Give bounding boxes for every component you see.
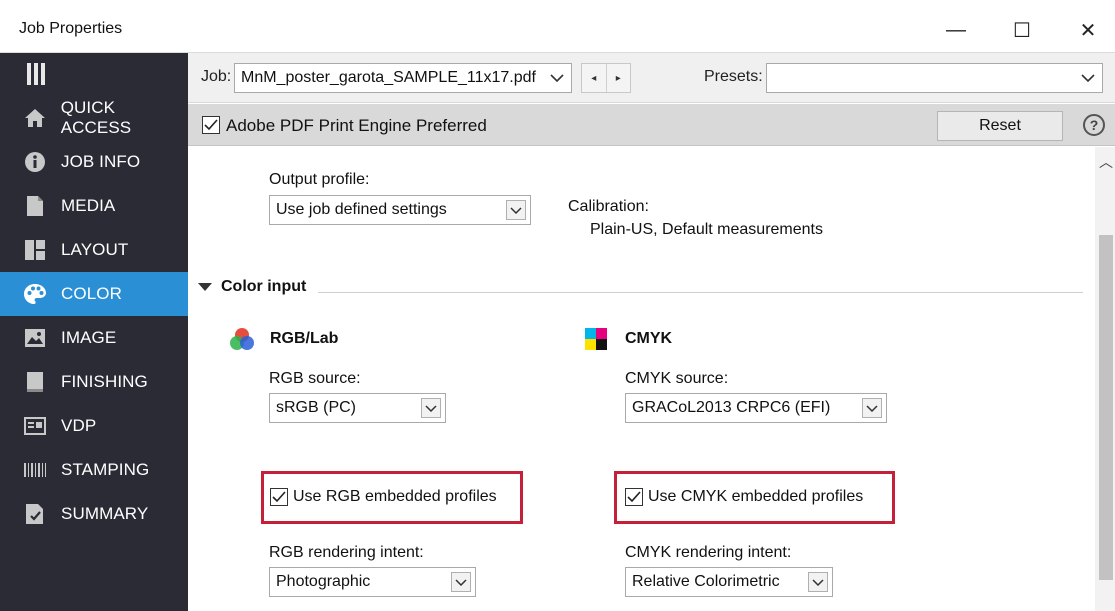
rgb-intent-label: RGB rendering intent:	[269, 544, 424, 561]
rgb-group-title: RGB/Lab	[270, 330, 339, 347]
rgb-intent-value: Photographic	[276, 573, 371, 590]
home-icon	[21, 104, 49, 132]
sidebar-item-quick-access[interactable]: QUICK ACCESS	[0, 96, 188, 140]
sidebar-item-label: STAMPING	[61, 460, 150, 479]
sidebar: QUICK ACCESS JOB INFO MEDIA LAYOUT COLOR…	[0, 53, 188, 611]
sidebar-item-label: COLOR	[61, 284, 122, 303]
sidebar-item-vdp[interactable]: VDP	[0, 404, 188, 448]
rgb-circles-icon	[228, 327, 256, 355]
color-settings-panel: Output profile: Use job defined settings…	[188, 147, 1095, 611]
scrollbar-thumb[interactable]	[1099, 235, 1113, 580]
cmyk-intent-label: CMYK rendering intent:	[625, 544, 792, 561]
job-bar: Job: MnM_poster_garota_SAMPLE_11x17.pdf …	[188, 53, 1115, 103]
cmyk-group-title: CMYK	[625, 330, 673, 347]
cmyk-embedded-checkbox[interactable]	[625, 488, 643, 506]
cmyk-intent-select[interactable]: Relative Colorimetric	[625, 567, 833, 597]
cmyk-embedded-label: Use CMYK embedded profiles	[648, 488, 864, 505]
rgb-source-select[interactable]: sRGB (PC)	[269, 393, 446, 423]
sidebar-item-label: MEDIA	[61, 196, 116, 215]
color-input-title: Color input	[221, 278, 307, 295]
vdp-icon	[21, 412, 49, 440]
sidebar-item-label: SUMMARY	[61, 504, 149, 523]
chevron-down-icon	[421, 398, 441, 418]
sidebar-item-label: VDP	[61, 416, 97, 435]
rgb-intent-select[interactable]: Photographic	[269, 567, 476, 597]
help-icon[interactable]: ?	[1083, 114, 1105, 136]
sidebar-item-image[interactable]: IMAGE	[0, 316, 188, 360]
sidebar-item-finishing[interactable]: FINISHING	[0, 360, 188, 404]
calibration-value: Plain-US, Default measurements	[590, 221, 823, 238]
next-job-button[interactable]: ▸	[607, 64, 631, 92]
calibration-label: Calibration:	[568, 198, 649, 215]
sidebar-item-label: LAYOUT	[61, 240, 129, 259]
sidebar-item-label: IMAGE	[61, 328, 117, 347]
sidebar-item-summary[interactable]: SUMMARY	[0, 492, 188, 536]
chevron-down-icon	[547, 68, 567, 88]
hamburger-icon[interactable]	[27, 63, 45, 85]
minimize-button[interactable]: —	[933, 10, 979, 50]
section-divider	[318, 292, 1083, 293]
previous-job-button[interactable]: ◂	[582, 64, 607, 92]
presets-select[interactable]	[766, 63, 1103, 93]
title-bar: Job Properties — ☐ ✕	[0, 0, 1115, 53]
reset-button[interactable]: Reset	[937, 111, 1063, 141]
rgb-embedded-label: Use RGB embedded profiles	[293, 488, 497, 505]
job-label: Job:	[201, 68, 232, 85]
sidebar-item-stamping[interactable]: STAMPING	[0, 448, 188, 492]
chevron-down-icon	[506, 200, 526, 220]
cmyk-intent-value: Relative Colorimetric	[632, 573, 780, 590]
sidebar-item-job-info[interactable]: JOB INFO	[0, 140, 188, 184]
cmyk-source-label: CMYK source:	[625, 370, 729, 387]
apee-label: Adobe PDF Print Engine Preferred	[226, 116, 487, 135]
window-title: Job Properties	[19, 20, 123, 37]
close-button[interactable]: ✕	[1065, 10, 1111, 50]
presets-label: Presets:	[704, 68, 763, 85]
sidebar-item-color[interactable]: COLOR	[0, 272, 188, 316]
output-profile-select[interactable]: Use job defined settings	[269, 195, 531, 225]
job-nav-buttons: ◂ ▸	[581, 63, 631, 93]
sidebar-item-media[interactable]: MEDIA	[0, 184, 188, 228]
rgb-source-value: sRGB (PC)	[276, 399, 356, 416]
palette-icon	[21, 280, 49, 308]
sidebar-item-label: JOB INFO	[61, 152, 141, 171]
cmyk-source-value: GRACoL2013 CRPC6 (EFI)	[632, 399, 831, 416]
cmyk-source-select[interactable]: GRACoL2013 CRPC6 (EFI)	[625, 393, 887, 423]
apee-checkbox[interactable]	[202, 116, 220, 134]
chevron-down-icon	[1078, 68, 1098, 88]
vertical-scrollbar[interactable]: ︿	[1095, 147, 1115, 611]
output-profile-value: Use job defined settings	[276, 201, 447, 218]
scroll-up-icon[interactable]: ︿	[1099, 152, 1113, 172]
layout-icon	[21, 236, 49, 264]
sidebar-item-label: FINISHING	[61, 372, 148, 391]
sidebar-item-layout[interactable]: LAYOUT	[0, 228, 188, 272]
image-icon	[21, 324, 49, 352]
job-select-value: MnM_poster_garota_SAMPLE_11x17.pdf	[241, 69, 536, 86]
info-icon	[21, 148, 49, 176]
options-bar: Adobe PDF Print Engine Preferred Reset ?	[188, 104, 1115, 146]
collapse-caret-icon[interactable]	[198, 283, 212, 291]
book-icon	[21, 368, 49, 396]
sidebar-item-label: QUICK ACCESS	[60, 98, 132, 137]
barcode-icon	[21, 456, 49, 484]
summary-icon	[21, 500, 49, 528]
chevron-down-icon	[862, 398, 882, 418]
chevron-down-icon	[808, 572, 828, 592]
maximize-button[interactable]: ☐	[999, 10, 1045, 50]
rgb-source-label: RGB source:	[269, 370, 361, 387]
rgb-embedded-checkbox[interactable]	[270, 488, 288, 506]
output-profile-label: Output profile:	[269, 171, 370, 188]
document-icon	[21, 192, 49, 220]
chevron-down-icon	[451, 572, 471, 592]
job-select[interactable]: MnM_poster_garota_SAMPLE_11x17.pdf	[234, 63, 572, 93]
cmyk-squares-icon	[585, 328, 607, 354]
